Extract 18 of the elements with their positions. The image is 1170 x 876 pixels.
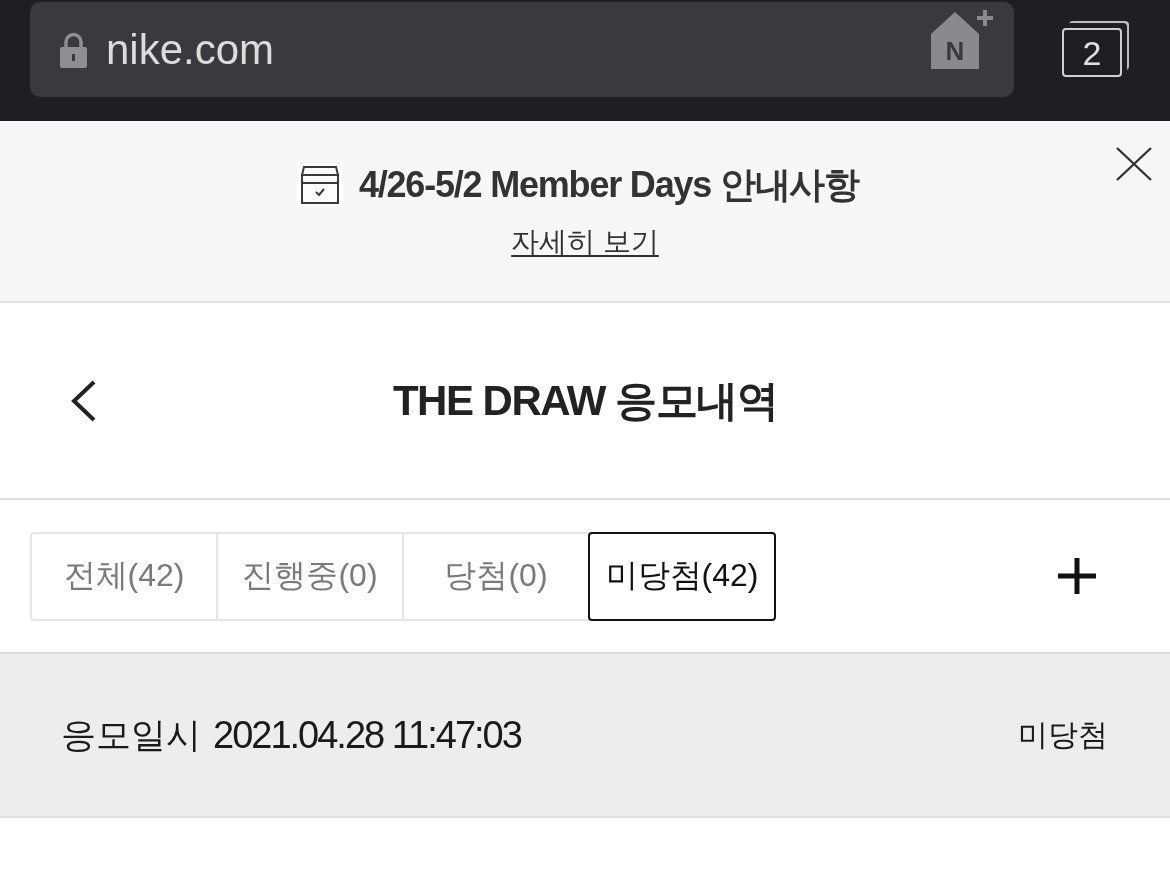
filter-tab[interactable]: 미당첨(42) [588, 531, 776, 621]
back-icon[interactable] [70, 379, 96, 422]
filter-tab[interactable]: 당첨(0) [402, 531, 590, 621]
close-icon[interactable] [1116, 147, 1152, 181]
entry-status: 미당첨 [1018, 717, 1108, 753]
entry-row[interactable]: 응모일시 2021.04.28 11:47:03 미당첨 [0, 654, 1170, 818]
address-field[interactable]: nike.com N [30, 2, 1014, 97]
filter-tab[interactable]: 전체(42) [30, 531, 218, 621]
lock-icon [60, 31, 87, 68]
box-check-icon [296, 163, 343, 207]
details-link[interactable]: 자세히 보기 [511, 224, 659, 260]
plus-icon[interactable] [1058, 558, 1096, 594]
banner-title: 4/26-5/2 Member Days 안내사항 [358, 163, 860, 207]
page-title: THE DRAW 응모내역 [392, 375, 778, 426]
entry-label: 응모일시 [61, 714, 201, 756]
filter-tab[interactable]: 진행중(0) [216, 531, 404, 621]
entry-datetime: 2021.04.28 11:47:03 [213, 713, 521, 758]
url-text: nike.com [106, 24, 275, 75]
